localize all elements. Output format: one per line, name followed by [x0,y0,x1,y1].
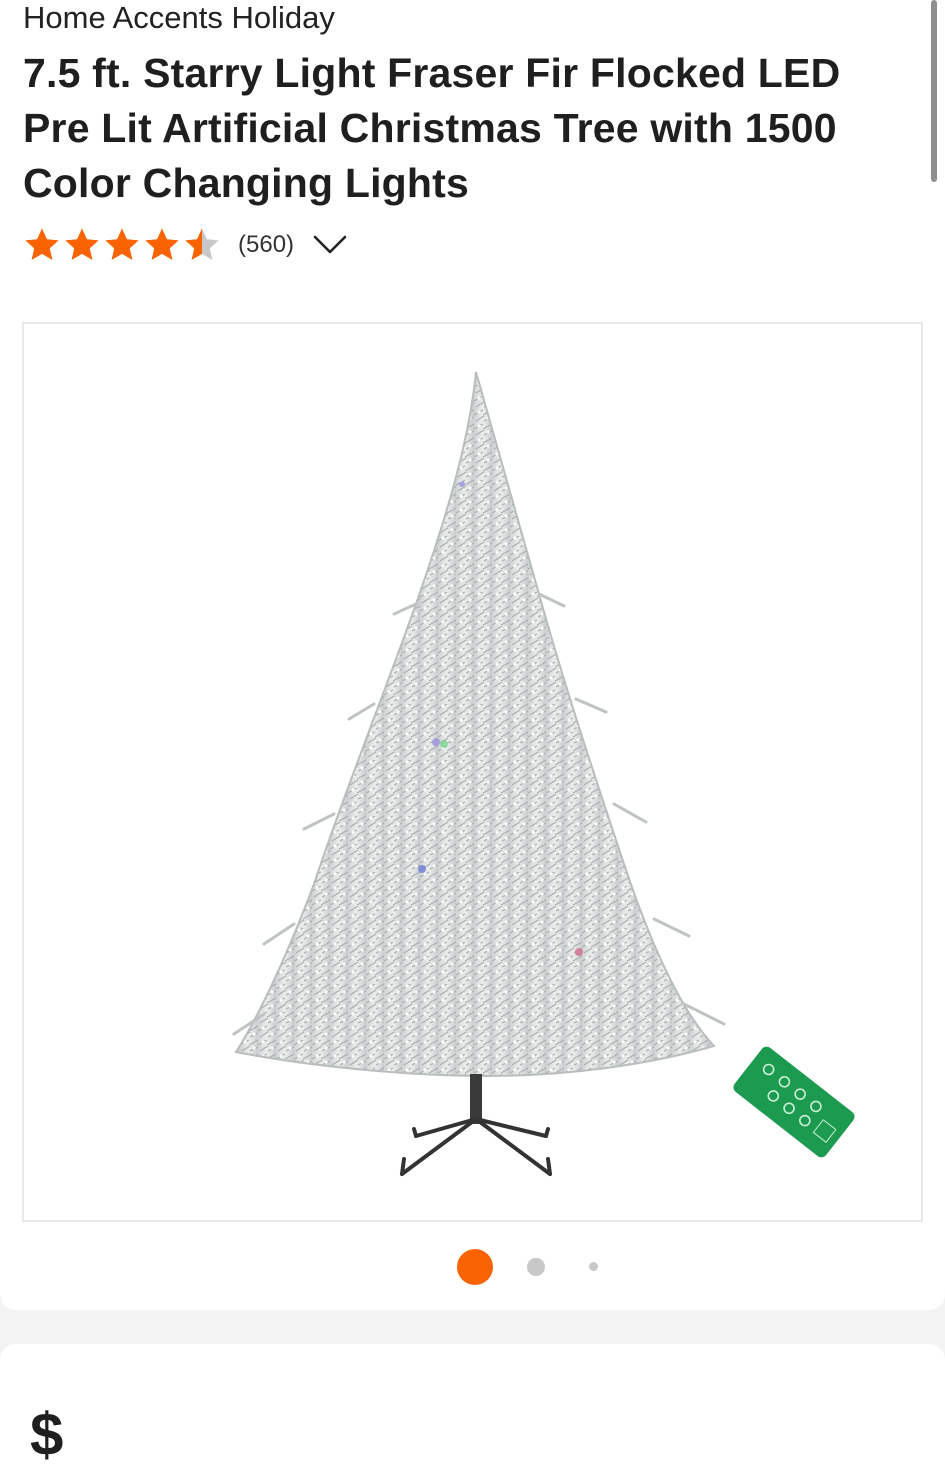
rating-stars [22,226,222,264]
review-count[interactable]: (560) [238,231,294,259]
product-image[interactable] [22,322,923,1222]
brand-link[interactable]: Home Accents Holiday [23,0,335,36]
chevron-down-icon[interactable] [312,233,348,257]
price-partial: $ [30,1401,66,1464]
star-icon [145,228,179,261]
product-card: Home Accents Holiday 7.5 ft. Starry Ligh… [0,0,945,1310]
image-carousel-dots [0,1248,945,1286]
star-icon [65,228,99,261]
star-half-icon [185,228,219,261]
carousel-dot[interactable] [527,1258,545,1276]
rating-row[interactable]: (560) [22,224,348,266]
product-title: 7.5 ft. Starry Light Fraser Fir Flocked … [23,50,841,206]
carousel-dot[interactable] [589,1262,598,1271]
star-icon [105,228,139,261]
remote-control-icon [733,1046,855,1158]
scrollbar[interactable] [931,0,937,182]
christmas-tree-image [232,371,855,1176]
price-card: $ [0,1344,945,1464]
star-icon [25,228,59,261]
carousel-dot-active[interactable] [457,1249,493,1285]
